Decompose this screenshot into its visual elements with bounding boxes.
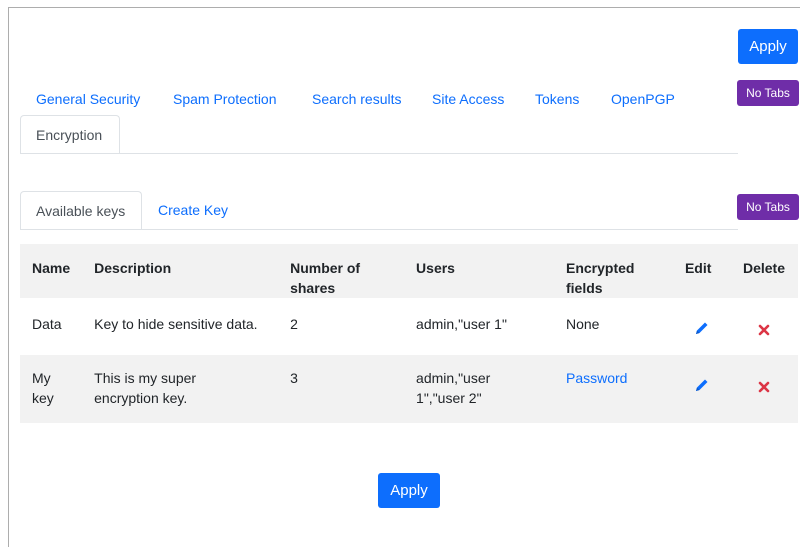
tabs-divider (20, 153, 738, 154)
cell-edit (672, 298, 731, 355)
tab-site-access[interactable]: Site Access (432, 84, 504, 114)
no-tabs-button-sub[interactable]: No Tabs (737, 194, 799, 220)
cell-delete (730, 298, 798, 355)
cell-name: Data (20, 298, 83, 355)
apply-button-bottom[interactable]: Apply (378, 473, 440, 508)
cell-edit (672, 355, 731, 423)
table-row: Data Key to hide sensitive data. 2 admin… (20, 298, 798, 355)
tab-openpgp[interactable]: OpenPGP (611, 84, 675, 114)
cell-shares: 2 (278, 298, 405, 355)
tab-encryption[interactable]: Encryption (20, 115, 120, 154)
cell-users: admin,"user 1","user 2" (404, 355, 554, 423)
cell-delete (730, 355, 798, 423)
close-icon[interactable] (758, 378, 770, 398)
cell-description: Key to hide sensitive data. (82, 298, 279, 355)
tab-create-key[interactable]: Create Key (158, 191, 228, 230)
header-users: Users (404, 244, 554, 298)
pencil-icon[interactable] (694, 320, 710, 341)
cell-name: My key (20, 355, 83, 423)
keys-table: Name Description Number of shares Users E… (20, 244, 798, 423)
tab-general-security[interactable]: General Security (36, 84, 140, 114)
tab-spam-protection[interactable]: Spam Protection (173, 84, 277, 114)
apply-button-top[interactable]: Apply (738, 29, 798, 64)
subtabs-divider (20, 229, 738, 230)
header-number-of-shares: Number of shares (278, 244, 405, 298)
pencil-icon[interactable] (694, 377, 710, 398)
header-delete: Delete (730, 244, 798, 298)
cell-encrypted-fields: Password (554, 355, 673, 423)
tab-available-keys[interactable]: Available keys (20, 191, 142, 230)
encrypted-field-link[interactable]: Password (566, 370, 627, 386)
header-name: Name (20, 244, 83, 298)
cell-encrypted-fields: None (554, 298, 673, 355)
header-description: Description (82, 244, 279, 298)
cell-users: admin,"user 1" (404, 298, 554, 355)
close-icon[interactable] (758, 321, 770, 341)
header-encrypted-fields: Encrypted fields (554, 244, 673, 298)
header-edit: Edit (672, 244, 731, 298)
tab-tokens[interactable]: Tokens (535, 84, 579, 114)
main-tabs: General Security Spam Protection Search … (20, 84, 738, 154)
no-tabs-button-main[interactable]: No Tabs (737, 80, 799, 106)
cell-description: This is my super encryption key. (82, 355, 279, 423)
tab-search-results[interactable]: Search results (312, 84, 401, 114)
table-row: My key This is my super encryption key. 3 … (20, 355, 798, 423)
table-header-row: Name Description Number of shares Users E… (20, 244, 798, 298)
cell-shares: 3 (278, 355, 405, 423)
sub-tabs: Available keys Create Key (20, 191, 738, 230)
